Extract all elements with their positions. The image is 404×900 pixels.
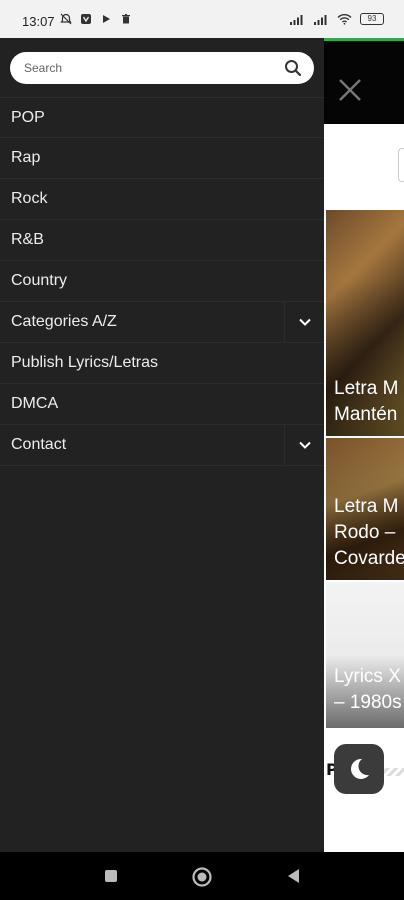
menu-item-label: Rap: [11, 149, 41, 166]
menu-item-label: DMCA: [11, 395, 59, 412]
app-notification-icon: [81, 14, 91, 24]
menu-item-rap[interactable]: Rap: [0, 138, 324, 179]
dark-mode-toggle[interactable]: [334, 744, 384, 794]
home-icon[interactable]: [191, 866, 213, 888]
chevron-down-icon: [298, 441, 311, 449]
chevron-down-icon: [298, 318, 311, 326]
menu-item-rock[interactable]: Rock: [0, 179, 324, 220]
play-store-icon: [103, 15, 110, 23]
menu-item-label: Country: [11, 272, 68, 289]
background-search-field: [398, 148, 404, 182]
menu-item-categories[interactable]: Categories A/Z: [0, 302, 324, 343]
wifi-icon: [337, 14, 352, 25]
article-card[interactable]: Letra M Mantén: [326, 210, 404, 436]
submenu-toggle[interactable]: [284, 425, 324, 465]
menu-item-country[interactable]: Country: [0, 261, 324, 302]
article-card[interactable]: Letra M Rodo – Covarde: [326, 438, 404, 580]
menu-item-dmca[interactable]: DMCA: [0, 384, 324, 425]
article-title-line: Letra M: [334, 378, 399, 399]
alarm-off-icon: [60, 13, 72, 25]
signal-icon: [290, 15, 303, 25]
article-card[interactable]: Lyrics X – 1980s: [326, 582, 404, 728]
submenu-toggle[interactable]: [284, 302, 324, 342]
signal-icon-2: [314, 15, 327, 25]
side-drawer: POP Rap Rock R&B Country Categories A/Z …: [0, 38, 324, 852]
search-bar: [10, 52, 314, 84]
menu-item-label: Categories A/Z: [11, 313, 117, 330]
menu-item-label: R&B: [11, 231, 44, 248]
article-title-line: Mantén: [334, 404, 398, 425]
trash-icon: [122, 14, 130, 24]
back-icon[interactable]: [286, 868, 300, 884]
menu-item-label: Rock: [11, 190, 48, 207]
recents-icon[interactable]: [104, 869, 118, 883]
battery-indicator: 93: [360, 13, 384, 25]
article-title-line: Lyrics X: [334, 666, 401, 687]
article-title-line: Rodo –: [334, 522, 396, 543]
drawer-menu: POP Rap Rock R&B Country Categories A/Z …: [0, 97, 324, 466]
status-time: 13:07: [22, 14, 55, 29]
header-accent-line: [324, 38, 404, 41]
menu-item-label: Publish Lyrics/Letras: [11, 354, 159, 371]
system-nav-bar: [0, 852, 404, 900]
menu-item-publish-lyrics[interactable]: Publish Lyrics/Letras: [0, 343, 324, 384]
article-title-line: Covarde: [334, 548, 404, 569]
menu-item-rnb[interactable]: R&B: [0, 220, 324, 261]
menu-item-pop[interactable]: POP: [0, 97, 324, 138]
menu-item-label: Contact: [11, 436, 67, 453]
menu-item-label: POP: [11, 108, 45, 126]
close-icon[interactable]: [336, 76, 364, 104]
search-icon[interactable]: [284, 59, 302, 77]
search-input[interactable]: [24, 52, 274, 84]
article-title-line: Letra M: [334, 496, 399, 517]
article-title-line: – 1980s: [334, 692, 402, 713]
moon-icon: [351, 758, 369, 779]
status-bar: 13:07 93: [0, 0, 404, 38]
menu-item-contact[interactable]: Contact: [0, 425, 324, 466]
